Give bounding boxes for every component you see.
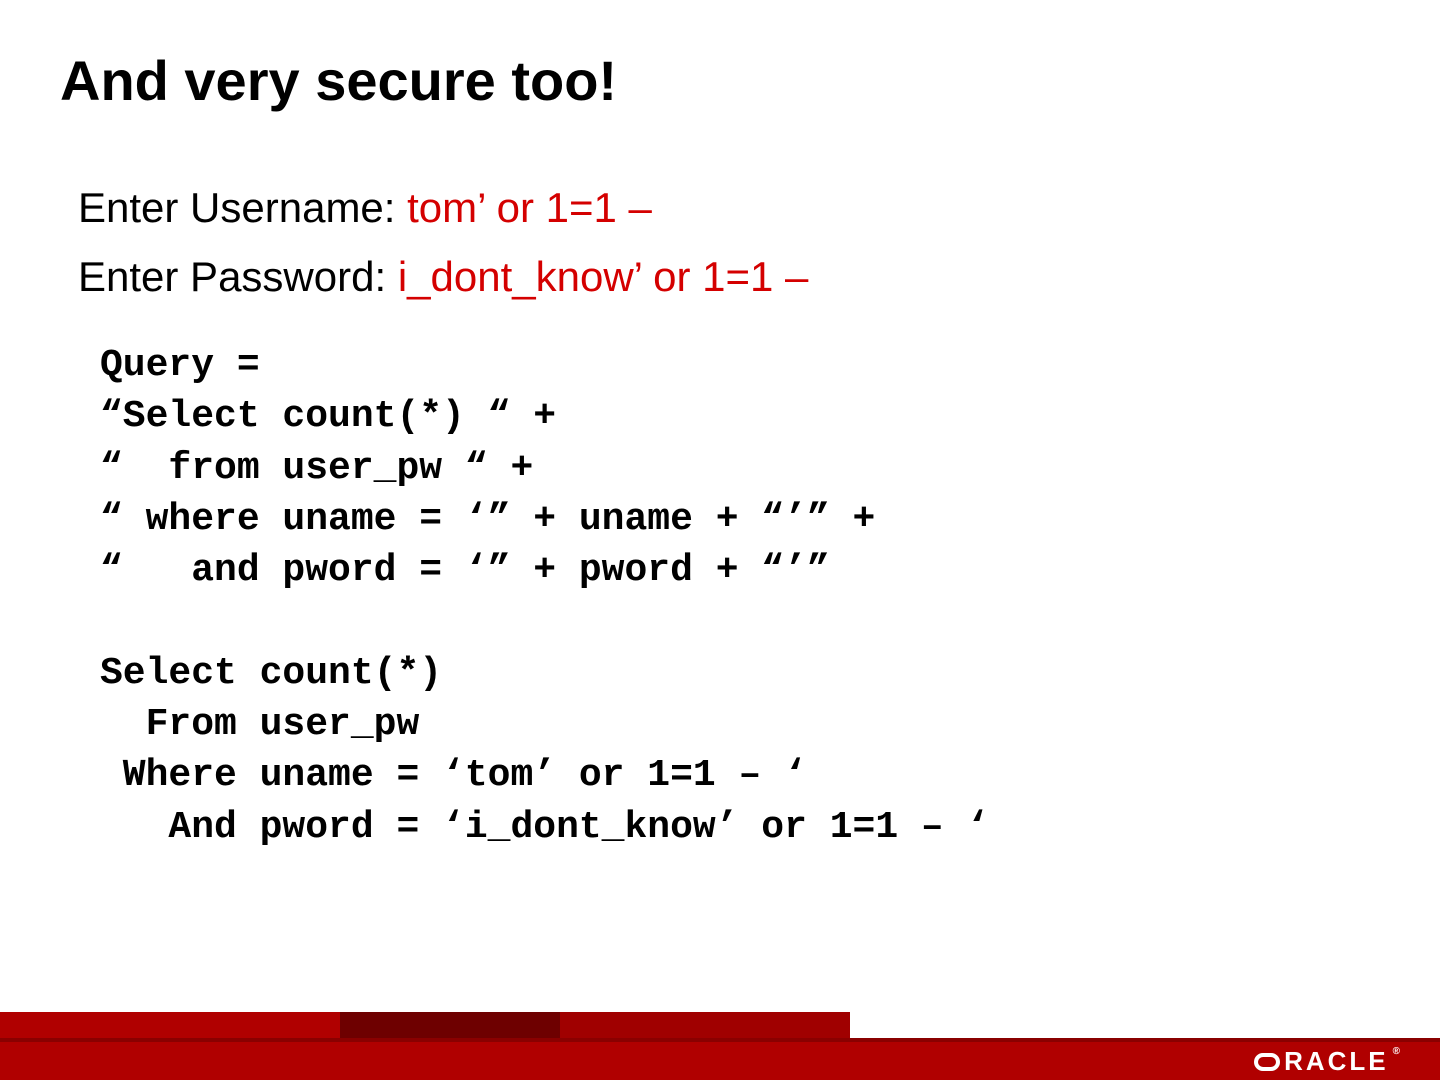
footer-bar [0,1042,1440,1080]
oracle-wordmark: RACLE [1284,1046,1389,1077]
code-line-3: “ from user_pw “ + [100,447,533,490]
password-injected-value: i_dont_know’ or 1=1 – [398,253,809,300]
code-line-4: “ where uname = ‘” + uname + “’” + [100,498,875,541]
code-line-7: Select count(*) [100,652,442,695]
oracle-logo: RACLE ® [1254,1048,1400,1074]
username-label: Enter Username: [78,184,407,231]
code-line-2: “Select count(*) “ + [100,395,556,438]
oracle-o-icon [1254,1053,1280,1071]
code-line-5: “ and pword = ‘” + pword + “’” [100,549,830,592]
password-label: Enter Password: [78,253,398,300]
password-prompt-line: Enter Password: i_dont_know’ or 1=1 – [78,245,808,308]
registered-mark: ® [1393,1046,1400,1057]
code-line-1: Query = [100,344,260,387]
slide-title: And very secure too! [60,48,617,113]
slide: And very secure too! Enter Username: tom… [0,0,1440,1080]
username-injected-value: tom’ or 1=1 – [407,184,652,231]
input-prompts: Enter Username: tom’ or 1=1 – Enter Pass… [78,170,808,314]
username-prompt-line: Enter Username: tom’ or 1=1 – [78,176,808,239]
code-line-9: Where uname = ‘tom’ or 1=1 – ‘ [100,754,807,797]
code-line-10: And pword = ‘i_dont_know’ or 1=1 – ‘ [100,806,989,849]
code-line-8: From user_pw [100,703,419,746]
code-block: Query = “Select count(*) “ + “ from user… [100,340,989,853]
